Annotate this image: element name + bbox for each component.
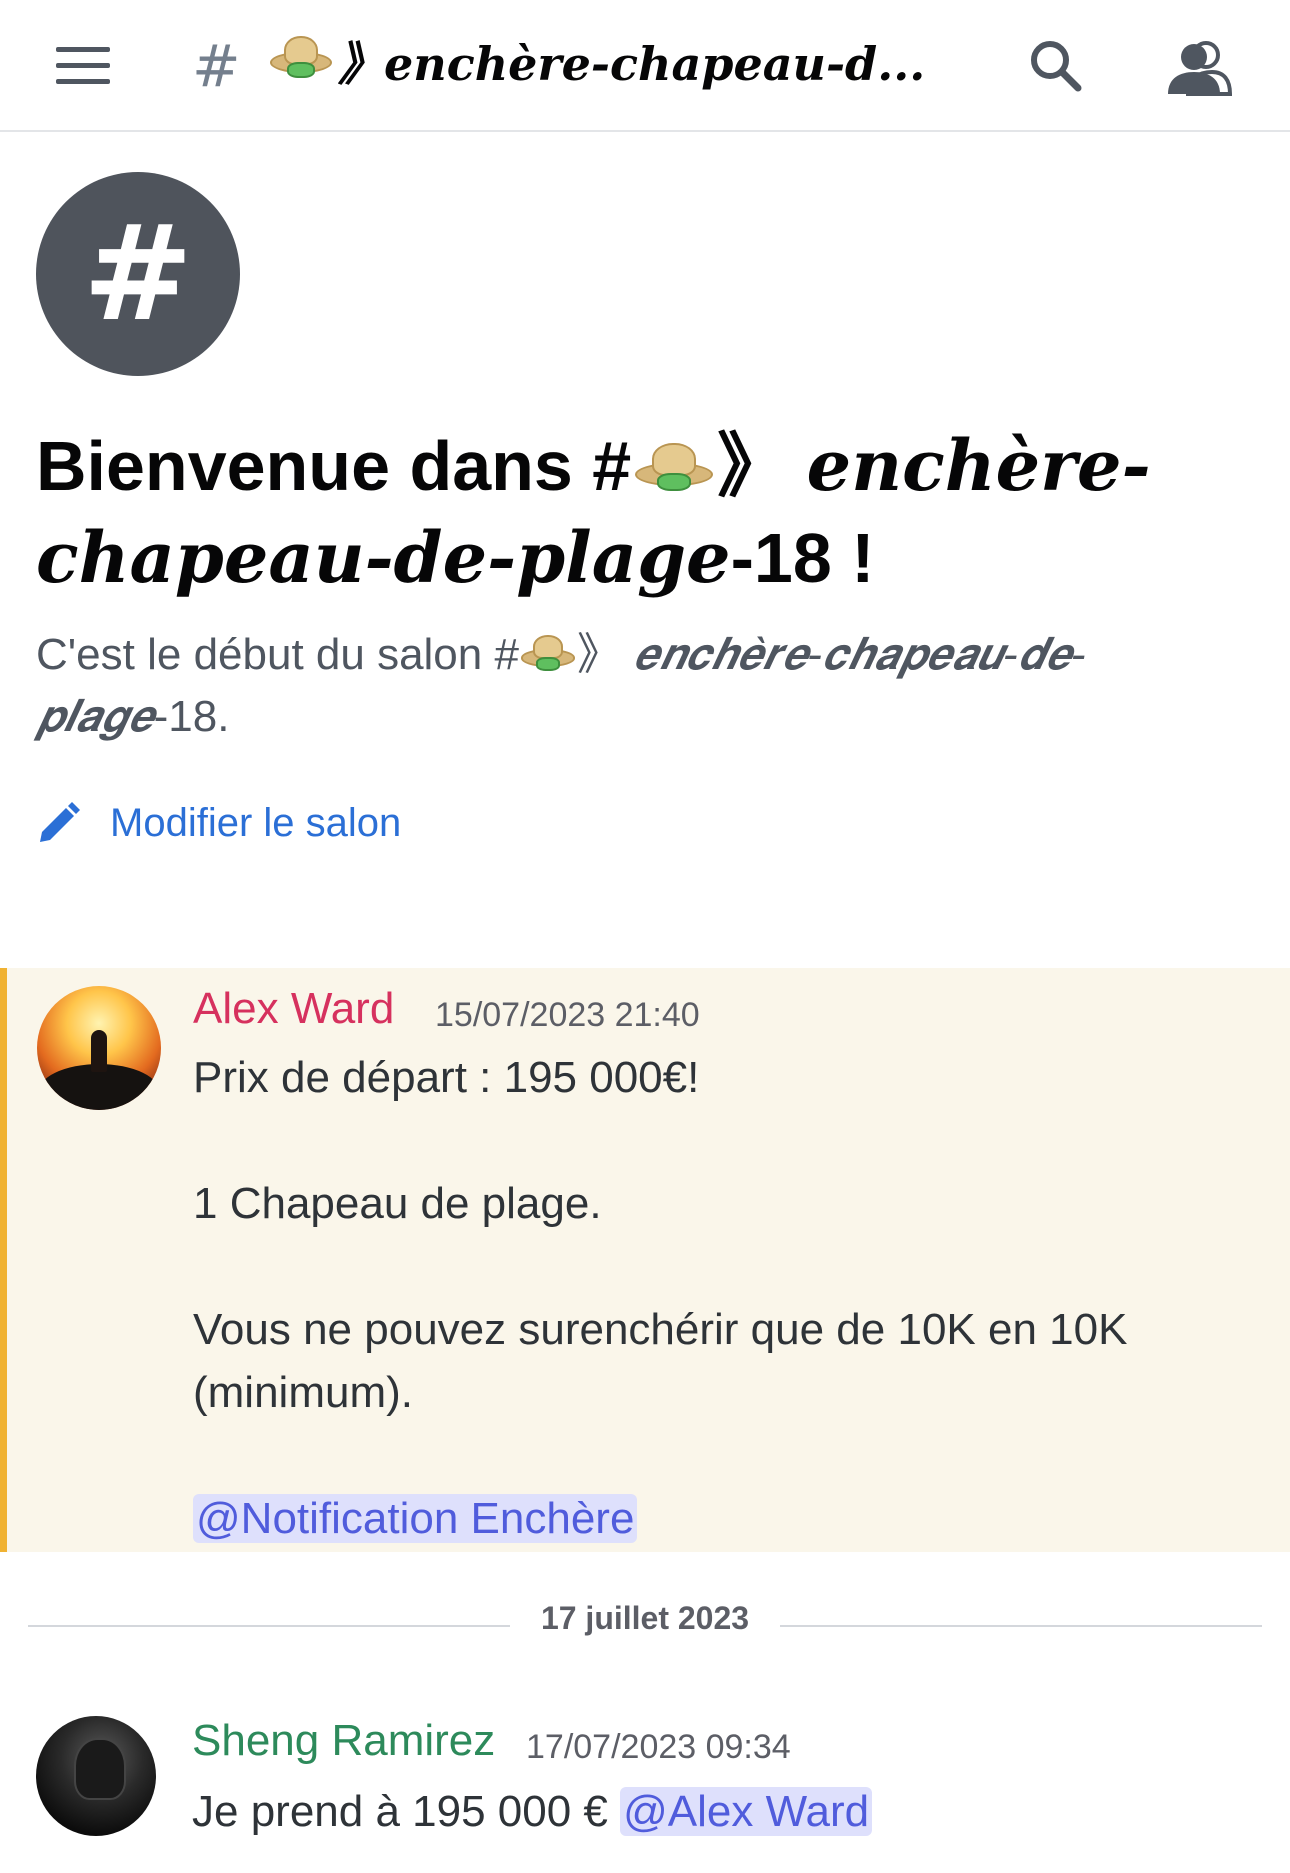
description-bracket: 》 [576,630,621,679]
message-line: Vous ne pouvez surenchérir que de 10K en… [193,1305,1128,1417]
channel-title[interactable]: 》𝒆𝒏𝒄𝒉𝒆̀𝒓𝒆-𝒄𝒉𝒂𝒑𝒆𝒂𝒖-𝒅... [338,26,958,102]
description-suffix: -18. [153,692,230,741]
date-divider-label: 17 juillet 2023 [540,1600,750,1636]
welcome-heading: Bienvenue dans # 》 𝒆𝒏𝒄𝒉𝒆̀𝒓𝒆-𝒄𝒉𝒂𝒑𝒆𝒂𝒖-𝒅𝒆-𝒑𝒍… [36,420,1256,604]
beach-hat-icon [635,439,714,505]
divider-line [28,1625,510,1627]
beach-hat-icon [520,633,575,681]
pencil-icon [40,802,80,842]
description-prefix: C'est le début du salon # [36,630,519,679]
edit-channel-link[interactable]: Modifier le salon [36,798,401,848]
message-line: Prix de départ : 195 000€! [193,1053,700,1102]
divider-line [780,1625,1262,1627]
welcome-bracket: 》 [717,427,788,505]
beach-hat-icon [270,34,332,92]
channel-description: C'est le début du salon # 》 𝒆𝒏𝒄𝒉𝒆̀𝒓𝒆-𝒄𝒉𝒂𝒑… [36,624,1256,748]
message-author[interactable]: Alex Ward [193,984,394,1034]
search-icon[interactable] [1026,36,1086,96]
description-channel-name-part2: 𝒑𝒍𝒂𝒈𝒆 [36,691,154,742]
avatar[interactable] [37,986,161,1110]
channel-hash-icon: # [192,32,241,100]
message-line: 1 Chapeau de plage. [193,1179,602,1228]
message-body: Prix de départ : 195 000€! 1 Chapeau de … [193,1046,1193,1550]
avatar[interactable] [36,1716,156,1836]
hamburger-menu-icon[interactable] [52,44,114,88]
edit-channel-label[interactable]: Modifier le salon [110,801,401,846]
welcome-suffix: -18 ! [730,519,875,597]
message-item-highlighted: Alex Ward 15/07/2023 21:40 Prix de dépar… [0,968,1290,1552]
message-text: Je prend à 195 000 € [192,1787,608,1836]
welcome-channel-name-part2: 𝒄𝒉𝒂𝒑𝒆𝒂𝒖-𝒅𝒆-𝒑𝒍𝒂𝒈𝒆 [36,516,731,599]
message-timestamp: 15/07/2023 21:40 [435,996,700,1034]
date-divider: 17 juillet 2023 [28,1590,1262,1640]
welcome-prefix: Bienvenue dans # [36,427,632,505]
user-mention[interactable]: @Alex Ward [620,1787,873,1836]
channel-header: # 》𝒆𝒏𝒄𝒉𝒆̀𝒓𝒆-𝒄𝒉𝒂𝒑𝒆𝒂𝒖-𝒅... [0,0,1290,132]
role-mention[interactable]: @Notification Enchère [193,1494,638,1543]
channel-avatar: # [36,172,240,376]
channel-hash-large-icon: # [82,197,194,351]
message-timestamp: 17/07/2023 09:34 [526,1728,791,1766]
description-channel-name-part1: 𝒆𝒏𝒄𝒉𝒆̀𝒓𝒆-𝒄𝒉𝒂𝒑𝒆𝒂𝒖-𝒅𝒆- [633,629,1087,680]
message-author[interactable]: Sheng Ramirez [192,1716,495,1766]
message-body: Je prend à 195 000 € @Alex Ward [192,1782,1252,1842]
members-icon[interactable] [1166,38,1232,96]
welcome-channel-name-part1: 𝒆𝒏𝒄𝒉𝒆̀𝒓𝒆- [806,424,1151,507]
